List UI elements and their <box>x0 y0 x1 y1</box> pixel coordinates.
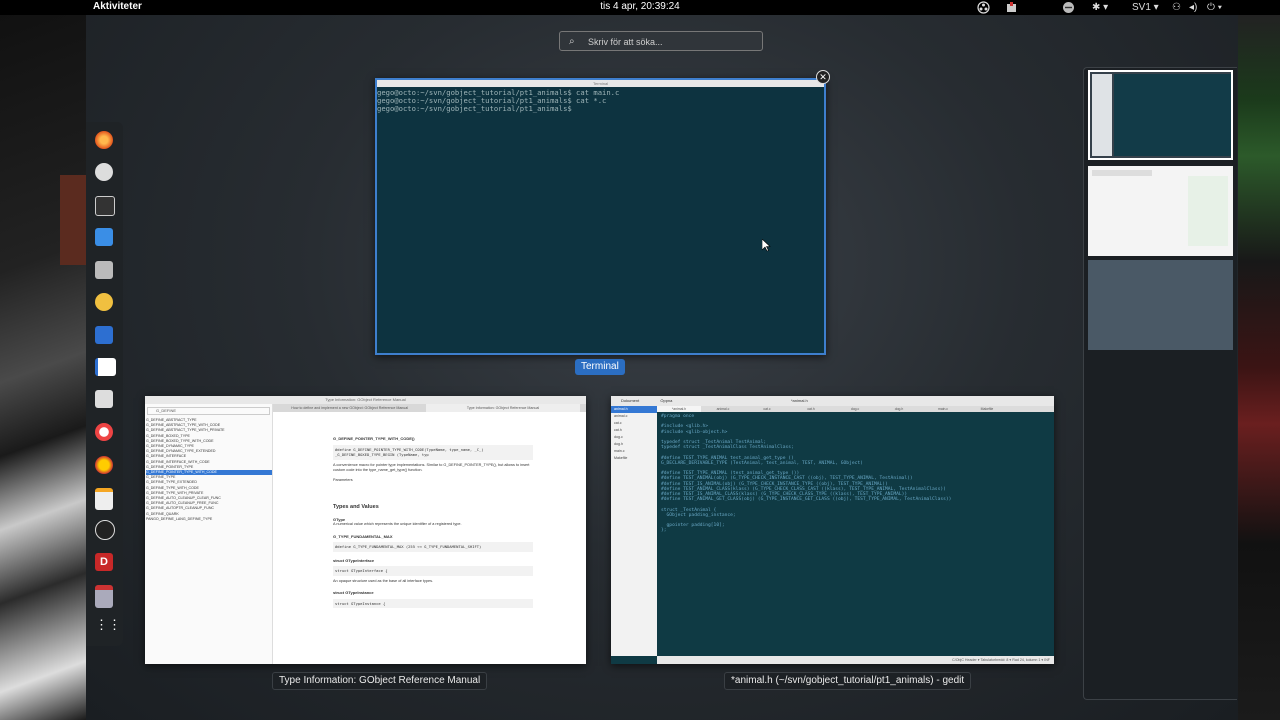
gedit-document-item[interactable]: main.c <box>611 448 657 455</box>
devhelp-window-label[interactable]: Type Information: GObject Reference Manu… <box>272 672 488 690</box>
firefox-icon[interactable] <box>95 131 113 149</box>
gedit-documents-button[interactable]: Dokument <box>621 398 639 403</box>
bluetooth-menu-icon[interactable]: ✱ ▾ <box>1092 0 1108 15</box>
doc-heading: struct GTypeInterface <box>333 557 375 563</box>
gedit-document-list: animal.h animal.c cat.c cat.h dog.c dog.h main… <box>611 406 657 656</box>
gedit-document-item[interactable]: dog.h <box>611 441 657 448</box>
gedit-tab[interactable]: animal.c <box>701 406 745 412</box>
help-icon[interactable] <box>95 423 113 441</box>
power-menu-icon[interactable]: ⏻ ▾ <box>1207 0 1222 15</box>
keyboard-layout-label: SV1 <box>1132 2 1151 13</box>
code-line: #define TEST_ANIMAL_GET_CLASS(obj) (G_TY… <box>661 497 952 503</box>
software-icon[interactable] <box>95 456 113 474</box>
terminal-line: gego@octo:~/svn/gobject_tutorial/pt1_ani… <box>377 104 577 113</box>
doc-heading: G_DEFINE_POINTER_TYPE_WITH_CODE() <box>333 436 415 441</box>
gedit-statusbar: C/ObjC Header ▾ Tabulatorbredd: 8 ▾ Rad … <box>657 656 1054 664</box>
gedit-tab[interactable]: Makefile <box>965 406 1009 412</box>
gedit-tab[interactable]: dog.h <box>877 406 921 412</box>
devhelp-symbol-list: G_DEFINE_ABSTRACT_TYPE G_DEFINE_ABSTRACT_… <box>145 418 272 522</box>
doc-paragraph: An opaque structure used as the base of … <box>333 578 434 583</box>
doc-heading: G_TYPE_FUNDAMENTAL_MAX <box>333 533 393 539</box>
gedit-headerbar: Dokument Öppna *animal.h <box>611 396 1054 406</box>
workspace-2[interactable] <box>1088 166 1233 256</box>
gedit-open-button[interactable]: Öppna <box>660 398 672 403</box>
doc-paragraph: A numerical value which represents the u… <box>333 522 462 526</box>
code-line: #define TEST_ANIMAL(obj) (G_TYPE_CHECK_I… <box>661 476 913 482</box>
notes-icon[interactable] <box>95 488 113 510</box>
devhelp-tab-active[interactable]: Type Information: GObject Reference Manu… <box>426 404 580 412</box>
search-input[interactable] <box>586 34 760 50</box>
rhythmbox-icon[interactable] <box>95 293 113 311</box>
volume-icon[interactable]: ◂) <box>1189 0 1197 15</box>
doc-section-title: Types and Values <box>333 504 379 510</box>
keyboard-layout-indicator[interactable]: SV1 ▾ <box>1132 0 1159 15</box>
close-window-button[interactable]: ✕ <box>816 70 830 84</box>
wallpaper-shape <box>60 175 86 265</box>
devhelp-content: G_DEFINE_POINTER_TYPE_WITH_CODE() #defin… <box>333 430 533 611</box>
document-viewer-icon[interactable] <box>95 358 116 376</box>
calendar-d-icon[interactable]: D <box>95 553 113 571</box>
search-field[interactable]: ⌕ <box>559 31 763 51</box>
workspace-1[interactable] <box>1088 70 1233 160</box>
gedit-tab[interactable]: dog.c <box>833 406 877 412</box>
search-icon: ⌕ <box>569 36 575 47</box>
gedit-tabs: *animal.h animal.c cat.c cat.h dog.c dog.h mai… <box>657 406 1054 412</box>
devhelp-titlebar: Type Information: GObject Reference Manu… <box>145 396 586 404</box>
show-apps-icon[interactable]: ⋮⋮ <box>95 617 121 635</box>
doc-params-label: Parameters <box>333 477 353 482</box>
gedit-document-item[interactable]: animal.c <box>611 413 657 420</box>
dash: D ⋮⋮ <box>86 122 123 646</box>
gedit-document-item[interactable]: animal.h <box>611 406 657 413</box>
doc-code: #define G_TYPE_FUNDAMENTAL_MAX (255 << G… <box>333 542 533 552</box>
devhelp-symbol-item[interactable]: PANGO_DEFINE_LANG_DEFINE_TYPE <box>146 517 272 522</box>
dropbox-tray-icon[interactable] <box>1062 0 1075 15</box>
gedit-tab[interactable]: cat.h <box>789 406 833 412</box>
terminal-window-label[interactable]: Terminal <box>575 359 625 375</box>
devhelp-window[interactable]: Type Information: GObject Reference Manu… <box>145 396 586 664</box>
network-icon[interactable]: ⚇ <box>1172 0 1181 15</box>
obs-tray-icon[interactable] <box>977 0 990 15</box>
devhelp-tab[interactable]: How to define and implement a new GObjec… <box>273 404 426 412</box>
devhelp-tabs: How to define and implement a new GObjec… <box>273 404 586 412</box>
system-monitor-icon[interactable] <box>95 196 115 216</box>
gedit-document-item[interactable]: Makefile <box>611 455 657 462</box>
gedit-tab[interactable]: *animal.h <box>657 406 701 412</box>
code-line: }; <box>661 528 667 534</box>
screenshot-icon[interactable] <box>95 261 113 279</box>
chat-icon[interactable] <box>95 228 113 246</box>
clock[interactable]: tis 4 apr, 20:39:24 <box>0 1 1280 12</box>
terminal-output: gego@octo:~/svn/gobject_tutorial/pt1_ani… <box>377 87 824 113</box>
workspace-3[interactable] <box>1088 260 1233 350</box>
doc-code: struct GTypeInstance { <box>333 598 533 608</box>
mouse-pointer <box>761 238 771 257</box>
top-bar: Aktiviteter tis 4 apr, 20:39:24 ✱ ▾ SV1 … <box>0 0 1280 15</box>
devhelp-search-field[interactable]: G_DEFINE <box>147 407 270 415</box>
devhelp-sidebar: G_DEFINE G_DEFINE_ABSTRACT_TYPE G_DEFINE_… <box>145 404 273 664</box>
gedit-document-item[interactable]: cat.h <box>611 427 657 434</box>
gedit-tab[interactable]: cat.c <box>745 406 789 412</box>
doc-code: #define G_DEFINE_POINTER_TYPE_WITH_CODE(… <box>333 444 533 460</box>
weather-icon[interactable] <box>95 163 113 181</box>
doc-heading: struct GTypeInstance <box>333 590 374 595</box>
terminal-titlebar: Terminal <box>377 80 824 87</box>
installer-tray-icon[interactable] <box>1005 0 1018 15</box>
gedit-document-item[interactable]: cat.c <box>611 420 657 427</box>
gedit-code-view[interactable]: #pragma once #include <glib.h> #include <… <box>661 414 951 534</box>
doc-paragraph: A convenience macro for pointer type imp… <box>333 462 530 473</box>
wallpaper-right <box>1238 15 1280 720</box>
terminal-window[interactable]: Terminal gego@octo:~/svn/gobject_tutoria… <box>375 78 826 355</box>
files-icon[interactable] <box>95 390 113 408</box>
wallpaper-left <box>0 15 86 720</box>
installer-icon[interactable] <box>95 585 113 608</box>
gedit-title: *animal.h <box>791 398 808 403</box>
doc-code: struct GTypeInterface { <box>333 566 533 576</box>
workspace-switcher <box>1083 67 1237 700</box>
gedit-window-label[interactable]: *animal.h (~/svn/gobject_tutorial/pt1_an… <box>724 672 972 690</box>
gedit-window[interactable]: Dokument Öppna *animal.h animal.h animal.… <box>611 396 1054 664</box>
screen-icon[interactable] <box>95 326 113 344</box>
gedit-document-item[interactable]: dog.c <box>611 434 657 441</box>
gedit-tab[interactable]: main.c <box>921 406 965 412</box>
obs-icon[interactable] <box>95 520 115 540</box>
